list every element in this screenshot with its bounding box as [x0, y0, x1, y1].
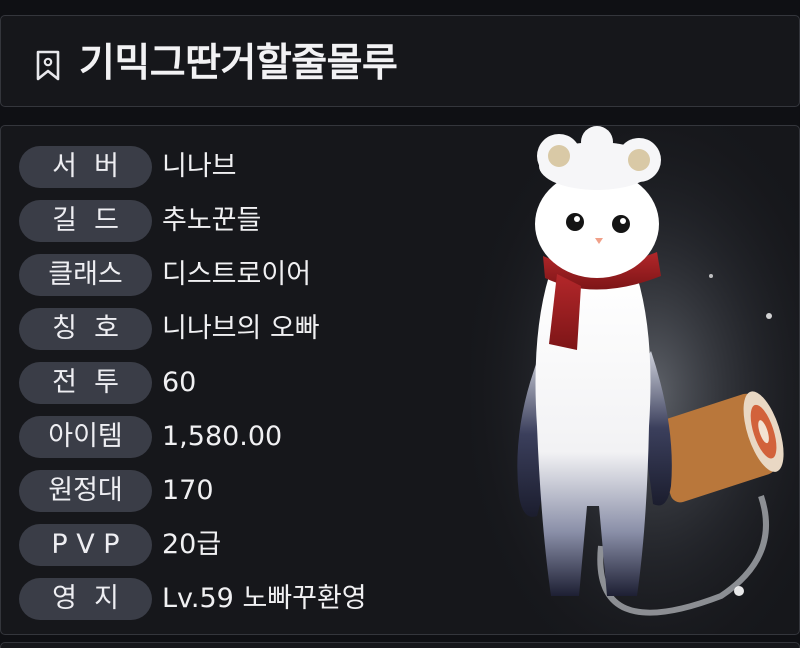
info-row-class: 클래스 디스트로이어 [19, 254, 489, 308]
info-row-pvp: P V P 20급 [19, 524, 489, 578]
info-label: P V P [19, 524, 152, 566]
character-profile-page: 기믹그딴거할줄몰루 서 버 니나브 길 드 추노꾼들 클래스 디스트로이어 칭 … [0, 0, 800, 648]
character-avatar-image [471, 126, 799, 634]
info-row-server: 서 버 니나브 [19, 146, 489, 200]
info-value: 60 [162, 367, 197, 398]
info-label: 서 버 [19, 146, 152, 188]
info-value: Lv.59 노빠꾸환영 [162, 583, 367, 614]
info-label: 원정대 [19, 470, 152, 512]
header-panel: 기믹그딴거할줄몰루 [0, 15, 800, 107]
info-value: 니나브 [162, 151, 237, 182]
info-label: 클래스 [19, 254, 152, 296]
bottom-panel [0, 642, 800, 648]
info-panel: 서 버 니나브 길 드 추노꾼들 클래스 디스트로이어 칭 호 니나브의 오빠 … [0, 125, 800, 635]
info-row-guild: 길 드 추노꾼들 [19, 200, 489, 254]
info-list: 서 버 니나브 길 드 추노꾼들 클래스 디스트로이어 칭 호 니나브의 오빠 … [19, 146, 489, 632]
info-row-expedition: 원정대 170 [19, 470, 489, 524]
info-value: 추노꾼들 [162, 205, 262, 236]
bookmark-icon [36, 50, 60, 81]
info-row-combat: 전 투 60 [19, 362, 489, 416]
info-label: 전 투 [19, 362, 152, 404]
info-value: 니나브의 오빠 [162, 313, 320, 344]
info-label: 칭 호 [19, 308, 152, 350]
info-label: 영 지 [19, 578, 152, 620]
info-value: 디스트로이어 [162, 259, 312, 290]
info-row-item-level: 아이템 1,580.00 [19, 416, 489, 470]
info-row-estate: 영 지 Lv.59 노빠꾸환영 [19, 578, 489, 632]
info-row-title: 칭 호 니나브의 오빠 [19, 308, 489, 362]
info-value: 1,580.00 [162, 421, 283, 452]
info-label: 아이템 [19, 416, 152, 458]
character-name-title: 기믹그딴거할줄몰루 [79, 41, 398, 86]
info-value: 20급 [162, 529, 222, 560]
info-label: 길 드 [19, 200, 152, 242]
info-value: 170 [162, 475, 214, 506]
